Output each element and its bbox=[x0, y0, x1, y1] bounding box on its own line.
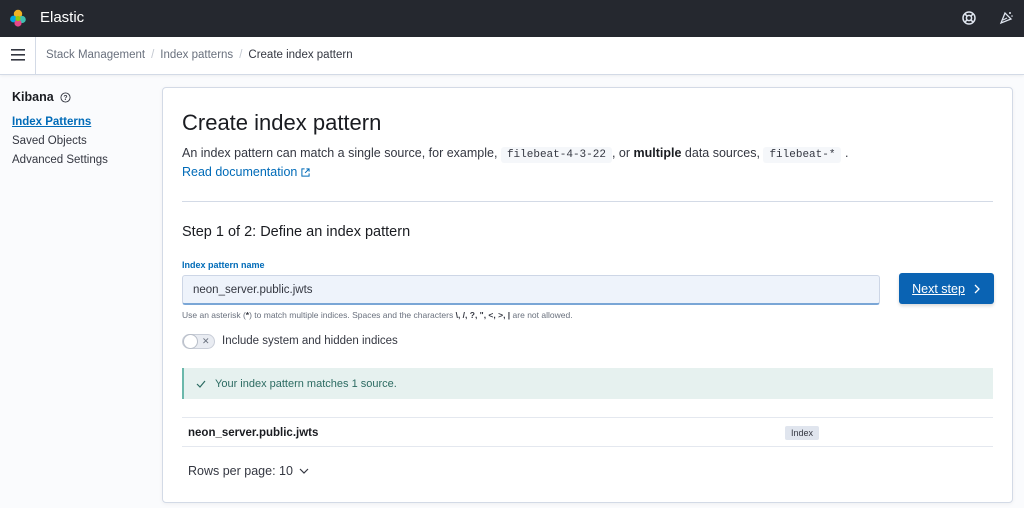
breadcrumb-current: Create index pattern bbox=[248, 49, 353, 61]
section-divider bbox=[182, 201, 993, 202]
help-disallowed-chars: \, /, ?, ", <, >, | bbox=[455, 310, 511, 320]
sidebar-item-saved-objects[interactable]: Saved Objects bbox=[12, 135, 87, 147]
desc-text-2: , or bbox=[611, 146, 631, 160]
callout-text: Your index pattern matches 1 source. bbox=[215, 377, 397, 390]
sidebar-item-index-patterns[interactable]: Index Patterns bbox=[12, 116, 91, 128]
help-menu-icon[interactable] bbox=[961, 10, 977, 26]
rows-per-page-label: Rows per page: 10 bbox=[188, 464, 293, 478]
breadcrumb: Stack Management / Index patterns / Create i… bbox=[46, 49, 353, 61]
index-pattern-name-label: Index pattern name bbox=[182, 260, 265, 270]
next-step-label: Next step bbox=[912, 281, 965, 296]
page-title: Create index pattern bbox=[182, 110, 382, 135]
index-pattern-name-input[interactable] bbox=[182, 275, 880, 305]
read-documentation-link[interactable]: Read documentation bbox=[182, 165, 310, 179]
match-success-callout: Your index pattern matches 1 source. bbox=[182, 368, 993, 399]
step-title: Step 1 of 2: Define an index pattern bbox=[182, 224, 411, 240]
help-text-1: Use an asterisk ( bbox=[182, 310, 246, 320]
header-divider bbox=[35, 37, 36, 75]
breadcrumb-index-patterns[interactable]: Index patterns bbox=[160, 49, 233, 61]
elastic-logo-icon[interactable] bbox=[9, 9, 27, 27]
brand-name: Elastic bbox=[40, 9, 85, 26]
index-name-cell: neon_server.public.jwts bbox=[188, 427, 319, 439]
desc-text-4: . bbox=[844, 146, 849, 160]
table-row: neon_server.public.jwts Index bbox=[182, 417, 993, 447]
check-icon bbox=[196, 380, 206, 388]
external-link-icon bbox=[301, 167, 310, 177]
breadcrumb-stack-management[interactable]: Stack Management bbox=[46, 49, 145, 61]
help-text-3: are not allowed. bbox=[512, 310, 573, 320]
newsfeed-icon[interactable] bbox=[998, 10, 1014, 26]
breadcrumb-separator: / bbox=[239, 49, 243, 61]
next-step-button[interactable]: Next step bbox=[899, 273, 994, 304]
chevron-right-icon bbox=[974, 284, 980, 293]
top-header: Elastic bbox=[0, 0, 1024, 37]
breadcrumb-separator: / bbox=[151, 49, 155, 61]
sidebar-title-text: Kibana bbox=[12, 90, 54, 104]
example-code-single: filebeat-4-3-22 bbox=[500, 147, 612, 163]
include-hidden-toggle[interactable]: ✕ bbox=[182, 334, 215, 349]
breadcrumb-bar: Stack Management / Index patterns / Create i… bbox=[0, 37, 1024, 75]
index-pattern-help-text: Use an asterisk (*) to match multiple in… bbox=[182, 310, 573, 320]
info-icon[interactable]: ? bbox=[60, 91, 71, 103]
toggle-off-icon: ✕ bbox=[202, 336, 210, 346]
description: An index pattern can match a single sour… bbox=[182, 146, 849, 163]
svg-text:?: ? bbox=[63, 94, 67, 101]
chevron-down-icon bbox=[299, 468, 309, 474]
sidebar-item-advanced-settings[interactable]: Advanced Settings bbox=[12, 154, 108, 166]
desc-text-1: An index pattern can match a single sour… bbox=[182, 146, 498, 160]
rows-per-page-button[interactable]: Rows per page: 10 bbox=[188, 464, 309, 478]
index-type-badge: Index bbox=[785, 426, 820, 440]
menu-icon[interactable] bbox=[11, 49, 25, 61]
desc-text-3: data sources, bbox=[684, 146, 760, 160]
main-panel: Create index pattern An index pattern ca… bbox=[162, 87, 1013, 503]
include-hidden-label: Include system and hidden indices bbox=[222, 335, 398, 347]
doc-link-label: Read documentation bbox=[182, 165, 298, 179]
help-text-2: ) to match multiple indices. Spaces and … bbox=[249, 310, 454, 320]
example-code-multiple: filebeat-* bbox=[763, 147, 842, 163]
toggle-knob bbox=[183, 334, 198, 349]
sidebar-title: Kibana ? bbox=[12, 90, 71, 104]
desc-bold: multiple bbox=[633, 146, 682, 160]
